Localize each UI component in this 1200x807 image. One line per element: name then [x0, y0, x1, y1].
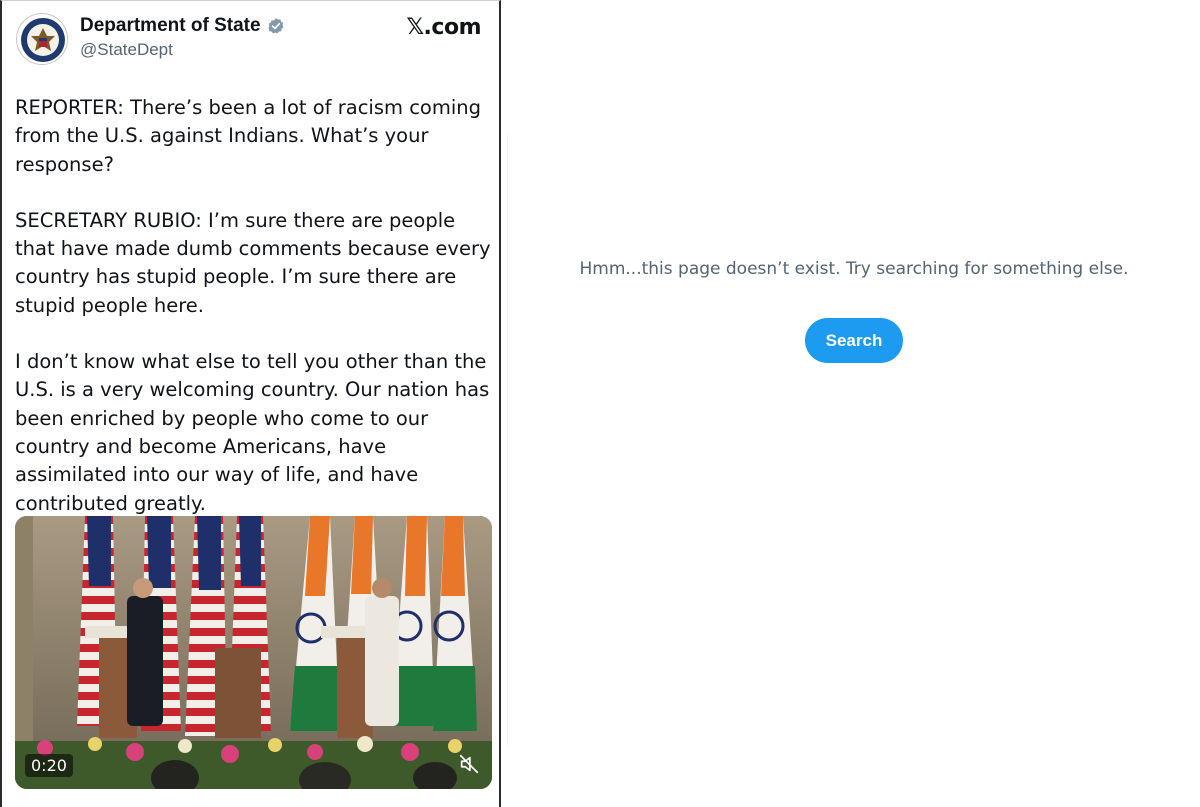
error-message: Hmm...this page doesn’t exist. Try searc…	[579, 259, 1129, 279]
tweet-header: Department of State @StateDept 𝕏.com	[16, 13, 481, 69]
name-block: Department of State @StateDept	[80, 15, 285, 60]
state-department-seal-icon	[18, 15, 67, 64]
display-name-row: Department of State	[80, 15, 285, 37]
error-panel: Hmm...this page doesn’t exist. Try searc…	[508, 0, 1200, 807]
tweet-paragraph-3: I don’t know what else to tell you other…	[15, 350, 490, 515]
mute-icon[interactable]	[458, 753, 480, 775]
avatar[interactable]	[16, 13, 68, 65]
search-button[interactable]: Search	[805, 318, 903, 363]
video-player[interactable]: 0:20	[15, 516, 492, 789]
tweet-card: Department of State @StateDept 𝕏.com REP…	[0, 0, 501, 807]
video-thumbnail	[15, 516, 492, 789]
user-handle[interactable]: @StateDept	[80, 40, 285, 60]
flower-arrangement	[15, 736, 492, 789]
tweet-paragraph-2: SECRETARY RUBIO: I’m sure there are peop…	[15, 208, 491, 317]
x-com-label: 𝕏.com	[406, 15, 481, 40]
tweet-text: REPORTER: There’s been a lot of racism c…	[15, 94, 493, 546]
video-duration: 0:20	[25, 754, 73, 777]
tweet-paragraph-1: REPORTER: There’s been a lot of racism c…	[15, 96, 481, 176]
display-name[interactable]: Department of State	[80, 15, 261, 37]
verified-badge-icon	[267, 18, 284, 34]
